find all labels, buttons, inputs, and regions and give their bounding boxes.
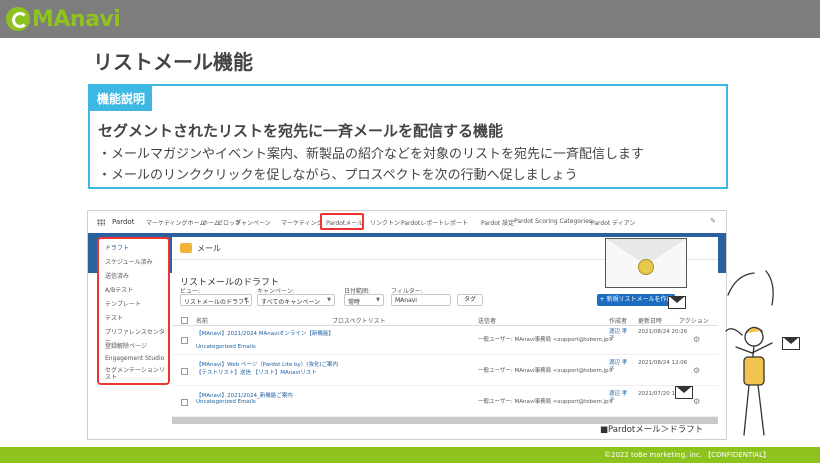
pardot-nav-bar: Pardot マーケティングホーム ホーム ゼロップ キャンペーン マーケティン…: [88, 211, 726, 234]
feature-label: 機能説明: [90, 86, 153, 111]
sidebar-item[interactable]: テスト: [105, 313, 123, 322]
table-row[interactable]: 【MAnavi】2021/2024 MAnaviオンライン【新機能】 Uncat…: [172, 326, 718, 355]
column-header: アクション: [679, 318, 709, 325]
sidebar-item[interactable]: 送信済み: [105, 271, 129, 280]
sidebar-item[interactable]: セグメンテーションリスト: [105, 367, 167, 381]
feature-line: ・メールマガジンやイベント案内、新製品の紹介などを対象のリストを宛先に一斉配信し…: [98, 147, 645, 162]
row-checkbox[interactable]: [181, 337, 188, 344]
person-illustration-icon: [725, 270, 774, 436]
envelope-icon: [675, 386, 693, 399]
sender: 一般ユーザー: MAnavi事務局 <support@tobem.jp>: [478, 368, 614, 374]
tag-button[interactable]: タグ: [457, 294, 483, 306]
column-header[interactable]: 送信者: [478, 316, 496, 325]
nav-item[interactable]: キャンペーン: [235, 218, 271, 227]
folder-link[interactable]: Uncategorized Emails: [196, 399, 256, 405]
nav-item[interactable]: Pardotレポート: [401, 218, 444, 227]
mail-icon: [180, 243, 192, 253]
column-header[interactable]: 作成者: [609, 316, 627, 325]
top-bar: MAnavi: [0, 0, 820, 38]
author-link[interactable]: 渡辺 孝子: [609, 391, 631, 405]
envelope-icon: [668, 296, 686, 309]
sender: 一般ユーザー: MAnavi事務局 <support@tobem.jp>: [478, 337, 614, 343]
folder-link[interactable]: Uncategorized Emails: [196, 344, 256, 350]
prospect-list-link[interactable]: 【テストリスト】送信 【リスト】MAnaviリスト: [196, 368, 317, 376]
chevron-down-icon: ▼: [376, 297, 380, 303]
nav-item[interactable]: Pardot Scoring Categories: [514, 218, 592, 225]
edit-icon[interactable]: ✎: [710, 217, 716, 225]
gear-icon[interactable]: ⚙: [693, 335, 700, 344]
email-name-link[interactable]: 【MAnavi】Web ページ（Pardot Lite by）(強化)ご案内: [196, 360, 338, 368]
nav-item[interactable]: リンクトン: [370, 218, 400, 227]
app-launcher-icon[interactable]: [97, 219, 105, 226]
sidebar-item[interactable]: スケジュール済み: [105, 257, 153, 266]
author-link[interactable]: 渡辺 孝子: [609, 360, 631, 374]
nav-item[interactable]: マーケティングホーム: [146, 218, 205, 227]
updated-date: 2021/08/24 20:26: [638, 329, 688, 335]
sender: 一般ユーザー: MAnavi事務局 <support@tobem.jp>: [478, 399, 614, 405]
envelope-illustration-icon: [605, 238, 687, 288]
author-link[interactable]: 渡辺 孝子: [609, 329, 631, 343]
table-row[interactable]: 【MAnavi】2021/2024_新機能ご案内 Uncategorized E…: [172, 388, 718, 417]
email-name-link[interactable]: 【MAnavi】2021/2024 MAnaviオンライン【新機能】: [196, 329, 334, 337]
gear-icon[interactable]: ⚙: [693, 397, 700, 406]
table-row[interactable]: 【MAnavi】Web ページ（Pardot Lite by）(強化)ご案内 【…: [172, 357, 718, 386]
sidebar-item[interactable]: A/Bテスト: [105, 285, 133, 294]
date-value: 常時: [348, 299, 361, 306]
mail-header-title: メール: [197, 244, 221, 253]
chevron-down-icon: ▼: [327, 297, 331, 303]
column-header[interactable]: プロスペクトリスト: [332, 316, 386, 325]
date-select[interactable]: 常時 ▼: [344, 294, 384, 306]
updated-date: 2021/08/24 12:06: [638, 360, 688, 366]
manavi-logo[interactable]: MAnavi: [6, 6, 121, 32]
app-name: Pardot: [112, 218, 135, 226]
page-title: リストメール機能: [93, 50, 253, 74]
sidebar-item[interactable]: 登録解除ページ: [105, 341, 147, 350]
filter-input[interactable]: MAnavi: [391, 294, 451, 306]
view-select[interactable]: リストメールのドラフト ▼: [180, 294, 252, 306]
row-checkbox[interactable]: [181, 368, 188, 375]
copyright: ©2022 toBe marketing, inc. 【CONFIDENTIAL…: [603, 451, 770, 459]
feature-heading: セグメントされたリストを宛先に一斉メールを配信する機能: [98, 122, 504, 140]
view-value: リストメールのドラフト: [184, 299, 251, 306]
email-sidebar: ドラフト スケジュール済み 送信済み A/Bテスト テンプレート テスト プリフ…: [97, 237, 170, 385]
screenshot-caption: ■Pardotメール＞ドラフト: [600, 425, 704, 435]
campaign-value: すべてのキャンペーン: [261, 299, 321, 306]
feature-line: ・メールのリンククリックを促しながら、プロスペクトを次の行動へ促しましょう: [98, 168, 578, 183]
envelope-seal-icon: [638, 259, 654, 275]
nav-item[interactable]: Pardot 設定: [481, 218, 514, 227]
nav-item[interactable]: Pardot ディアン: [591, 218, 635, 227]
column-header[interactable]: 更新日時: [638, 316, 662, 325]
column-header[interactable]: 名前: [196, 316, 208, 325]
sidebar-item-draft[interactable]: ドラフト: [105, 243, 129, 252]
sidebar-item[interactable]: Engagement Studio: [105, 355, 164, 362]
table-header: 名前 プロスペクトリスト 送信者 作成者 更新日時 アクション: [172, 314, 718, 326]
footer-bar: ©2022 toBe marketing, inc. 【CONFIDENTIAL…: [0, 447, 820, 463]
sidebar-item[interactable]: テンプレート: [105, 299, 141, 308]
nav-highlight: [320, 213, 364, 230]
envelope-icon: [782, 337, 800, 350]
chevron-down-icon: ▼: [244, 297, 248, 303]
nav-item[interactable]: レポート: [444, 218, 468, 227]
new-list-email-button[interactable]: + 新規リストメールを作成: [597, 294, 675, 306]
row-checkbox[interactable]: [181, 399, 188, 406]
email-name-link[interactable]: 【MAnavi】2021/2024_新機能ご案内: [196, 391, 293, 399]
feature-box: 機能説明 セグメントされたリストを宛先に一斉メールを配信する機能 ・メールマガジ…: [88, 84, 728, 189]
logo-text: MAnavi: [32, 6, 121, 32]
nav-item[interactable]: マーケティング: [281, 218, 323, 227]
logo-mark-icon: [6, 7, 30, 31]
select-all-checkbox[interactable]: [181, 317, 188, 324]
campaign-select[interactable]: すべてのキャンペーン ▼: [257, 294, 335, 306]
gear-icon[interactable]: ⚙: [693, 366, 700, 375]
filter-value: MAnavi: [395, 297, 417, 304]
